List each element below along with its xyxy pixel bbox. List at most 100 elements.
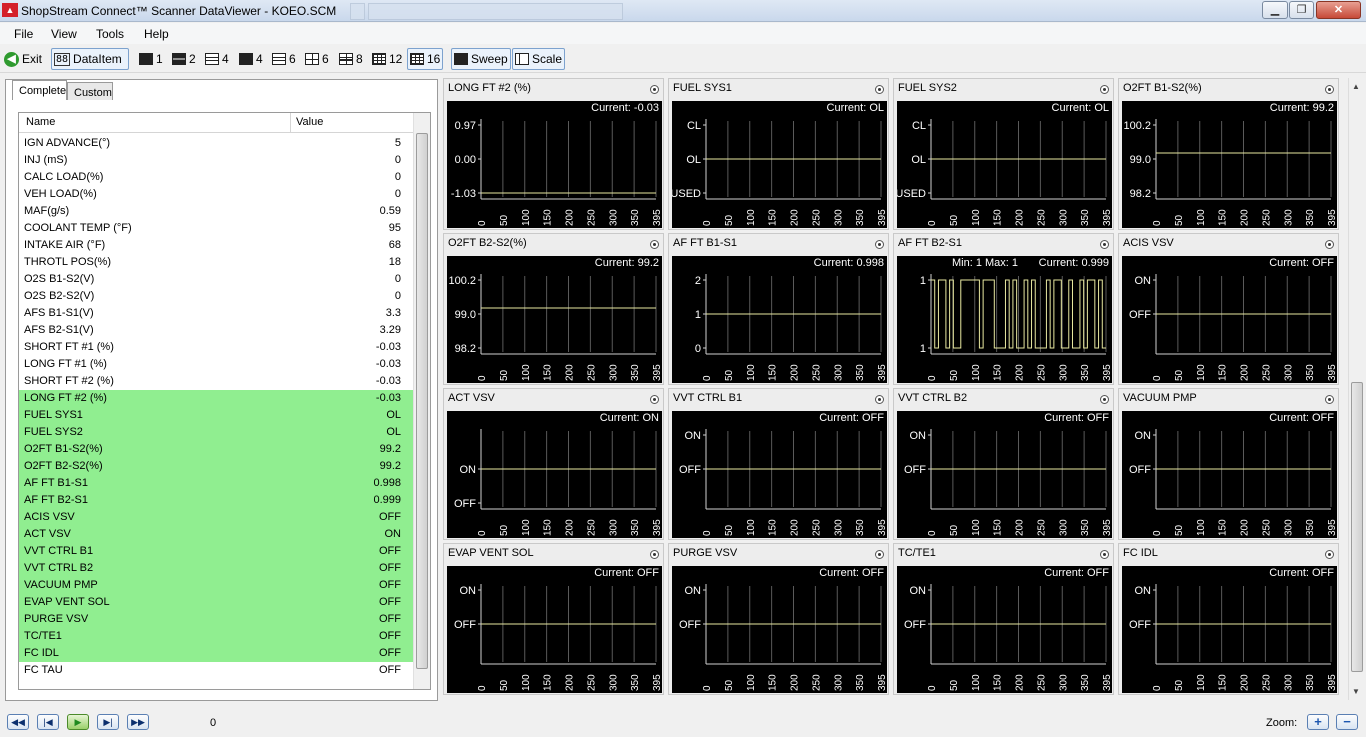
zoom-out-button[interactable]: − bbox=[1336, 714, 1358, 730]
graph-panel[interactable]: FUEL SYS2 Current: OL 0 50 100 150 200 250 300 35… bbox=[893, 78, 1114, 230]
list-item[interactable]: AFS B2-S1(V) 3.29 bbox=[19, 322, 414, 339]
list-scrollbar[interactable] bbox=[413, 113, 430, 689]
list-item[interactable]: IGN ADVANCE(°) 5 bbox=[19, 135, 414, 152]
graph-select-radio-icon[interactable] bbox=[1325, 85, 1334, 94]
menu-view[interactable]: View bbox=[51, 27, 77, 41]
play-button[interactable]: ▶ bbox=[67, 714, 89, 730]
graph-panel[interactable]: PURGE VSV Current: OFF 0 50 100 150 200 250 300 3… bbox=[668, 543, 889, 695]
list-item[interactable]: SHORT FT #2 (%) -0.03 bbox=[19, 373, 414, 390]
first-frame-button[interactable]: ◀◀ bbox=[7, 714, 29, 730]
layout-1-button[interactable]: 1 bbox=[137, 48, 165, 70]
last-frame-button[interactable]: ▶▶ bbox=[127, 714, 149, 730]
menu-help[interactable]: Help bbox=[144, 27, 169, 41]
list-item[interactable]: LONG FT #1 (%) -0.03 bbox=[19, 356, 414, 373]
scroll-down-icon[interactable]: ▼ bbox=[1352, 687, 1360, 696]
sweep-button[interactable]: Sweep bbox=[451, 48, 511, 70]
close-button[interactable]: ✕ bbox=[1316, 1, 1361, 19]
graph-select-radio-icon[interactable] bbox=[1325, 550, 1334, 559]
column-separator[interactable] bbox=[290, 113, 291, 133]
graph-select-radio-icon[interactable] bbox=[875, 395, 884, 404]
list-item[interactable]: SHORT FT #1 (%) -0.03 bbox=[19, 339, 414, 356]
list-item[interactable]: COOLANT TEMP (°F) 95 bbox=[19, 220, 414, 237]
tab-complete[interactable]: Complete bbox=[12, 80, 67, 100]
list-item[interactable]: INJ (mS) 0 bbox=[19, 152, 414, 169]
list-item[interactable]: AF FT B2-S1 0.999 bbox=[19, 492, 414, 509]
graph-panel[interactable]: AF FT B2-S1 Current: 0.999 Min: 1 Max: 1 0 5… bbox=[893, 233, 1114, 385]
graph-select-radio-icon[interactable] bbox=[1100, 85, 1109, 94]
prev-frame-button[interactable]: |◀ bbox=[37, 714, 59, 730]
layout-4-rows-button[interactable]: 4 bbox=[203, 48, 231, 70]
list-item[interactable]: FUEL SYS1 OL bbox=[19, 407, 414, 424]
list-item[interactable]: VVT CTRL B2 OFF bbox=[19, 560, 414, 577]
layout-2-button[interactable]: 2 bbox=[170, 48, 198, 70]
graph-select-radio-icon[interactable] bbox=[650, 550, 659, 559]
layout-4-grid-button[interactable]: 4 bbox=[237, 48, 265, 70]
graph-select-radio-icon[interactable] bbox=[650, 395, 659, 404]
column-name-header[interactable]: Name bbox=[26, 116, 55, 128]
graph-scrollbar[interactable]: ▲ ▼ bbox=[1348, 78, 1364, 700]
maximize-button[interactable]: ❐ bbox=[1289, 1, 1314, 19]
list-item[interactable]: FC TAU OFF bbox=[19, 662, 414, 679]
graph-select-radio-icon[interactable] bbox=[875, 85, 884, 94]
graph-select-radio-icon[interactable] bbox=[1100, 240, 1109, 249]
graph-panel[interactable]: AF FT B1-S1 Current: 0.998 0 50 100 150 200 250… bbox=[668, 233, 889, 385]
minimize-button[interactable]: ▁ bbox=[1262, 1, 1288, 19]
list-item[interactable]: INTAKE AIR (°F) 68 bbox=[19, 237, 414, 254]
list-item[interactable]: AFS B1-S1(V) 3.3 bbox=[19, 305, 414, 322]
graph-panel[interactable]: TC/TE1 Current: OFF 0 50 100 150 200 250 300 350 3… bbox=[893, 543, 1114, 695]
graph-select-radio-icon[interactable] bbox=[875, 240, 884, 249]
layout-6-rows-button[interactable]: 6 bbox=[270, 48, 298, 70]
graph-panel[interactable]: O2FT B2-S2(%) Current: 99.2 0 50 100 150 200 25… bbox=[443, 233, 664, 385]
menu-tools[interactable]: Tools bbox=[96, 27, 124, 41]
list-item[interactable]: O2FT B2-S2(%) 99.2 bbox=[19, 458, 414, 475]
graph-panel[interactable]: VVT CTRL B1 Current: OFF 0 50 100 150 200 250 30… bbox=[668, 388, 889, 540]
graph-select-radio-icon[interactable] bbox=[1325, 240, 1334, 249]
list-item[interactable]: LONG FT #2 (%) -0.03 bbox=[19, 390, 414, 407]
list-item[interactable]: FC IDL OFF bbox=[19, 645, 414, 662]
scroll-up-icon[interactable]: ▲ bbox=[1352, 82, 1360, 91]
graph-scrollbar-thumb[interactable] bbox=[1351, 382, 1363, 672]
list-item[interactable]: TC/TE1 OFF bbox=[19, 628, 414, 645]
graph-select-radio-icon[interactable] bbox=[1325, 395, 1334, 404]
graph-select-radio-icon[interactable] bbox=[1100, 550, 1109, 559]
list-item[interactable]: EVAP VENT SOL OFF bbox=[19, 594, 414, 611]
graph-panel[interactable]: LONG FT #2 (%) Current: -0.03 0 50 100 150 200… bbox=[443, 78, 664, 230]
graph-panel[interactable]: O2FT B1-S2(%) Current: 99.2 0 50 100 150 200 25… bbox=[1118, 78, 1339, 230]
graph-panel[interactable]: VVT CTRL B2 Current: OFF 0 50 100 150 200 250 30… bbox=[893, 388, 1114, 540]
zoom-in-button[interactable]: + bbox=[1307, 714, 1329, 730]
list-item[interactable]: PURGE VSV OFF bbox=[19, 611, 414, 628]
list-scrollbar-thumb[interactable] bbox=[416, 133, 428, 669]
list-item[interactable]: VVT CTRL B1 OFF bbox=[19, 543, 414, 560]
graph-panel[interactable]: FC IDL Current: OFF 0 50 100 150 200 250 300 350 3… bbox=[1118, 543, 1339, 695]
graph-panel[interactable]: VACUUM PMP Current: OFF 0 50 100 150 200 250 300… bbox=[1118, 388, 1339, 540]
list-item[interactable]: VACUUM PMP OFF bbox=[19, 577, 414, 594]
list-item[interactable]: O2S B1-S2(V) 0 bbox=[19, 271, 414, 288]
list-item[interactable]: VEH LOAD(%) 0 bbox=[19, 186, 414, 203]
exit-button[interactable]: ◀ Exit bbox=[2, 48, 44, 70]
list-item[interactable]: ACT VSV ON bbox=[19, 526, 414, 543]
layout-16-button[interactable]: 16 bbox=[407, 48, 444, 70]
column-value-header[interactable]: Value bbox=[296, 116, 323, 128]
list-item[interactable]: CALC LOAD(%) 0 bbox=[19, 169, 414, 186]
menu-file[interactable]: File bbox=[14, 27, 33, 41]
graph-select-radio-icon[interactable] bbox=[650, 240, 659, 249]
dataitem-button[interactable]: 88 DataItem bbox=[51, 48, 129, 70]
graph-select-radio-icon[interactable] bbox=[875, 550, 884, 559]
list-item[interactable]: THROTL POS(%) 18 bbox=[19, 254, 414, 271]
graph-panel[interactable]: FUEL SYS1 Current: OL 0 50 100 150 200 250 300 35… bbox=[668, 78, 889, 230]
layout-12-button[interactable]: 12 bbox=[370, 48, 404, 70]
graph-panel[interactable]: EVAP VENT SOL Current: OFF 0 50 100 150 200 250… bbox=[443, 543, 664, 695]
graph-panel[interactable]: ACIS VSV Current: OFF 0 50 100 150 200 250 300 35… bbox=[1118, 233, 1339, 385]
list-item[interactable]: O2S B2-S2(V) 0 bbox=[19, 288, 414, 305]
next-frame-button[interactable]: ▶| bbox=[97, 714, 119, 730]
tab-custom[interactable]: Custom bbox=[67, 82, 113, 100]
graph-select-radio-icon[interactable] bbox=[650, 85, 659, 94]
layout-6-grid-button[interactable]: 6 bbox=[303, 48, 331, 70]
list-item[interactable]: FUEL SYS2 OL bbox=[19, 424, 414, 441]
list-item[interactable]: O2FT B1-S2(%) 99.2 bbox=[19, 441, 414, 458]
list-item[interactable]: MAF(g/s) 0.59 bbox=[19, 203, 414, 220]
list-item[interactable]: AF FT B1-S1 0.998 bbox=[19, 475, 414, 492]
layout-8-button[interactable]: 8 bbox=[337, 48, 365, 70]
list-item[interactable]: ACIS VSV OFF bbox=[19, 509, 414, 526]
graph-select-radio-icon[interactable] bbox=[1100, 395, 1109, 404]
